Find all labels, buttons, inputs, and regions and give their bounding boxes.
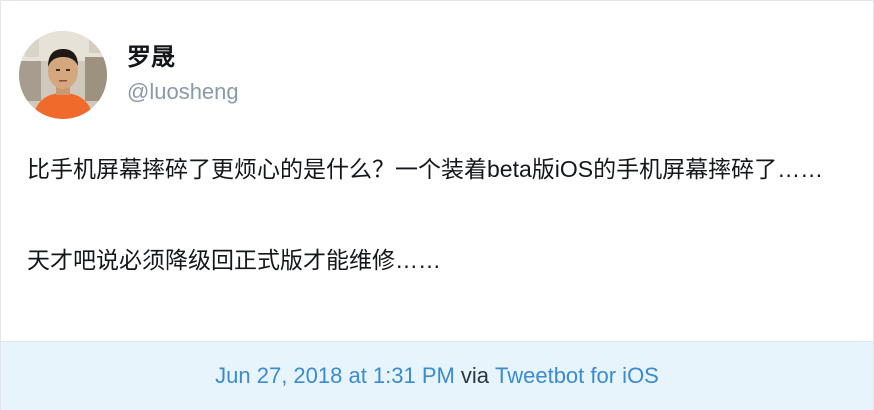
author-names: 罗晟 @luosheng: [127, 43, 239, 107]
author-handle[interactable]: @luosheng: [127, 77, 239, 107]
tweet-header: 罗晟 @luosheng: [19, 31, 239, 119]
author-display-name[interactable]: 罗晟: [127, 43, 239, 73]
avatar[interactable]: [19, 31, 107, 119]
via-label: via: [460, 363, 489, 388]
tweet-text: 比手机屏幕摔碎了更烦心的是什么？一个装着beta版iOS的手机屏幕摔碎了…… 天…: [27, 151, 847, 279]
tweet-paragraph: 天才吧说必须降级回正式版才能维修……: [27, 247, 441, 273]
tweet-timestamp-link[interactable]: Jun 27, 2018 at 1:31 PM: [215, 363, 455, 389]
tweet-paragraph: 比手机屏幕摔碎了更烦心的是什么？一个装着beta版iOS的手机屏幕摔碎了……: [27, 156, 824, 182]
client-app-link[interactable]: Tweetbot for iOS: [495, 363, 659, 389]
tweet-footer: Jun 27, 2018 at 1:31 PM via Tweetbot for…: [1, 341, 873, 410]
avatar-photo: [19, 31, 107, 119]
tweet-card: 罗晟 @luosheng 比手机屏幕摔碎了更烦心的是什么？一个装着beta版iO…: [0, 0, 874, 410]
